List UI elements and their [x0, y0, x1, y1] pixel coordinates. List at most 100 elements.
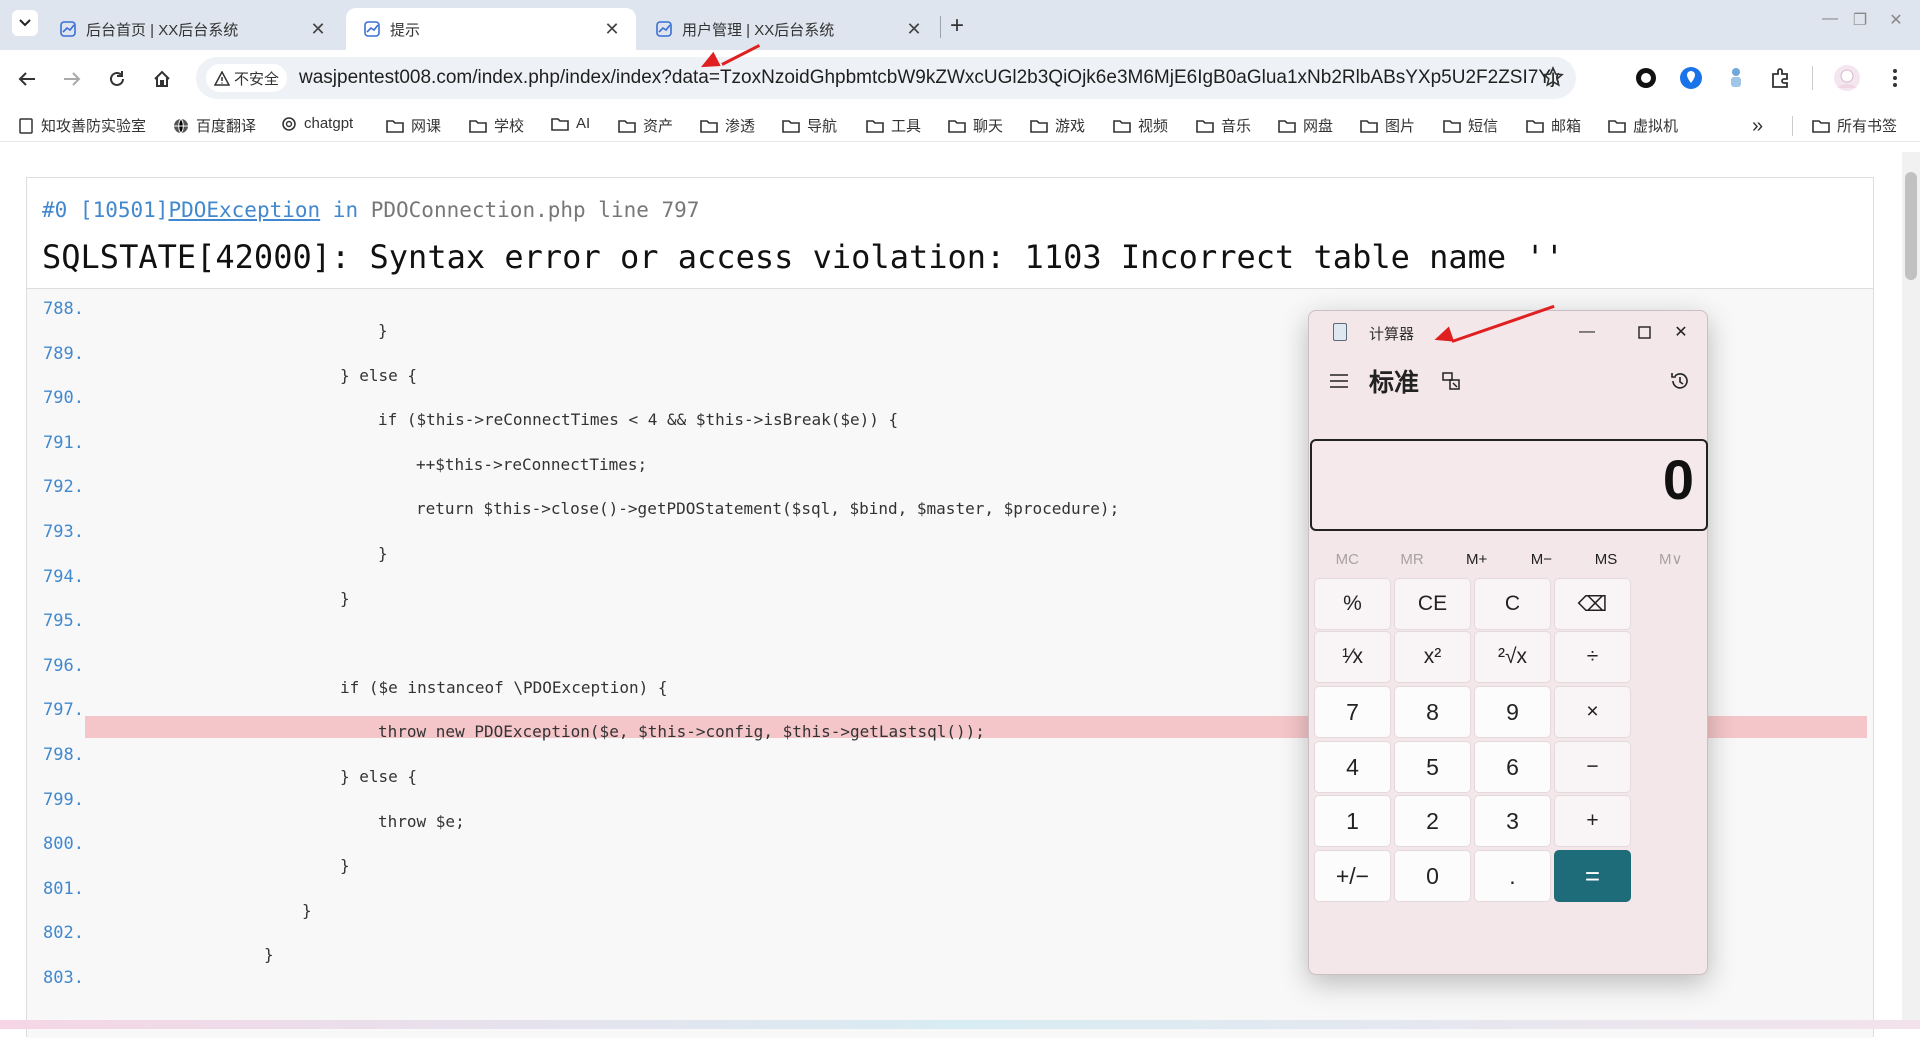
history-button[interactable] — [1669, 370, 1691, 397]
calculator-key[interactable]: 5 — [1394, 741, 1471, 793]
calculator-key[interactable]: 1 — [1314, 795, 1391, 847]
maximize-button[interactable]: ❐ — [1842, 10, 1878, 30]
menu-button[interactable] — [1329, 373, 1349, 394]
line-number: 790. — [43, 388, 84, 409]
bookmark-folder[interactable]: AI — [551, 115, 590, 132]
bookmark-folder[interactable]: 视频 — [1113, 115, 1168, 136]
back-button[interactable] — [12, 64, 42, 94]
bookmark-star-button[interactable] — [1542, 66, 1564, 93]
profile-avatar[interactable] — [1832, 63, 1862, 93]
calculator-key[interactable]: ÷ — [1554, 631, 1631, 683]
folder-icon — [1113, 120, 1131, 133]
address-bar[interactable]: 不安全 wasjpentest008.com/index.php/index/i… — [196, 57, 1576, 99]
exception-class-link[interactable]: PDOException — [168, 198, 320, 222]
bookmark-folder[interactable]: 短信 — [1443, 115, 1498, 136]
calculator-key[interactable]: 9 — [1474, 686, 1551, 738]
reload-button[interactable] — [102, 64, 132, 94]
bookmark-item[interactable]: 百度翻译 — [173, 115, 256, 136]
bookmark-folder[interactable]: 聊天 — [948, 115, 1003, 136]
folder-icon — [1526, 120, 1544, 133]
toolbar-divider — [1812, 66, 1813, 90]
folder-icon — [1443, 120, 1461, 133]
extension-button[interactable] — [1631, 63, 1661, 93]
memory-button[interactable]: M∨ — [1638, 545, 1703, 575]
tab-notice[interactable]: 提示 ✕ — [346, 8, 636, 50]
calculator-key[interactable]: − — [1554, 741, 1631, 793]
warning-icon — [214, 70, 230, 86]
memory-button[interactable]: MR — [1380, 545, 1445, 575]
memory-button[interactable]: MS — [1574, 545, 1639, 575]
bookmark-item[interactable]: 知攻善防实验室 — [18, 115, 146, 136]
calculator-key[interactable]: x² — [1394, 631, 1471, 683]
new-tab-button[interactable]: + — [950, 12, 964, 40]
line-number: 800. — [43, 834, 84, 855]
bookmark-folder[interactable]: 游戏 — [1030, 115, 1085, 136]
calculator-key[interactable]: 6 — [1474, 741, 1551, 793]
browser-menu-button[interactable] — [1880, 63, 1910, 93]
window-close-button[interactable]: ✕ — [1876, 10, 1916, 30]
extensions-menu-button[interactable] — [1766, 63, 1796, 93]
bookmark-folder[interactable]: 虚拟机 — [1608, 115, 1678, 136]
calculator-display: 0 — [1310, 439, 1708, 531]
bookmark-item[interactable]: chatgpt — [281, 115, 353, 132]
security-indicator[interactable]: 不安全 — [206, 64, 288, 92]
calculator-key[interactable]: C — [1474, 578, 1551, 630]
calculator-minimize-button[interactable]: — — [1559, 315, 1615, 349]
calculator-key[interactable]: % — [1314, 578, 1391, 630]
tab-user-management[interactable]: 用户管理 | XX后台系统 ✕ — [638, 8, 938, 50]
keep-on-top-button[interactable] — [1441, 371, 1461, 396]
line-number: 793. — [43, 522, 84, 542]
forward-button[interactable] — [57, 64, 87, 94]
calculator-key[interactable]: . — [1474, 850, 1551, 902]
bookmark-folder[interactable]: 资产 — [618, 115, 673, 136]
bookmarks-overflow-button[interactable]: » — [1752, 115, 1763, 138]
calculator-close-button[interactable]: ✕ — [1653, 315, 1709, 349]
home-button[interactable] — [147, 64, 177, 94]
calculator-key[interactable]: ⌫ — [1554, 578, 1631, 630]
code-text: throw $e; — [378, 811, 465, 831]
calculator-key[interactable]: 2 — [1394, 795, 1471, 847]
tab-search-button[interactable] — [12, 10, 38, 36]
calculator-key[interactable]: × — [1554, 686, 1631, 738]
code-text: if ($this->reConnectTimes < 4 && $this->… — [378, 410, 899, 430]
bookmark-folder[interactable]: 导航 — [782, 115, 837, 136]
bookmark-folder[interactable]: 邮箱 — [1526, 115, 1581, 136]
calculator-key[interactable]: 3 — [1474, 795, 1551, 847]
bookmark-folder[interactable]: 图片 — [1360, 115, 1415, 136]
bookmark-folder[interactable]: 网盘 — [1278, 115, 1333, 136]
bookmark-folder[interactable]: 网课 — [386, 115, 441, 136]
calculator-key[interactable]: +/− — [1314, 850, 1391, 902]
bookmark-folder[interactable]: 工具 — [866, 115, 921, 136]
line-number: 788. — [43, 299, 84, 319]
calculator-key[interactable]: 8 — [1394, 686, 1471, 738]
memory-button[interactable]: M+ — [1444, 545, 1509, 575]
extension-button[interactable] — [1721, 63, 1751, 93]
close-icon[interactable]: ✕ — [904, 19, 924, 40]
code-text: ++$this->reConnectTimes; — [416, 454, 648, 474]
calculator-key[interactable]: ¹⁄x — [1314, 631, 1391, 683]
close-icon[interactable]: ✕ — [602, 19, 622, 40]
scrollbar-thumb[interactable] — [1905, 172, 1917, 280]
calculator-key[interactable]: ²√x — [1474, 631, 1551, 683]
calculator-key[interactable]: + — [1554, 795, 1631, 847]
all-bookmarks-folder[interactable]: 所有书签 — [1812, 115, 1897, 136]
tab-dashboard[interactable]: 后台首页 | XX后台系统 ✕ — [42, 8, 342, 50]
calculator-key[interactable]: = — [1554, 850, 1631, 902]
extension-button[interactable] — [1676, 63, 1706, 93]
line-number: 789. — [43, 343, 84, 364]
maximize-icon — [1637, 325, 1651, 339]
url-text[interactable]: wasjpentest008.com/index.php/index/index… — [299, 67, 1559, 89]
calculator-key[interactable]: 0 — [1394, 850, 1471, 902]
globe-icon — [174, 118, 188, 133]
keep-on-top-icon — [1442, 372, 1460, 390]
calculator-key[interactable]: 4 — [1314, 741, 1391, 793]
memory-button[interactable]: MC — [1315, 545, 1380, 575]
bookmark-folder[interactable]: 学校 — [469, 115, 524, 136]
calculator-key[interactable]: 7 — [1314, 686, 1391, 738]
calculator-key[interactable]: CE — [1394, 578, 1471, 630]
close-icon[interactable]: ✕ — [308, 19, 328, 40]
bookmark-folder[interactable]: 渗透 — [700, 115, 755, 136]
page-scrollbar[interactable] — [1902, 152, 1920, 1029]
bookmark-folder[interactable]: 音乐 — [1196, 115, 1251, 136]
memory-button[interactable]: M− — [1509, 545, 1574, 575]
